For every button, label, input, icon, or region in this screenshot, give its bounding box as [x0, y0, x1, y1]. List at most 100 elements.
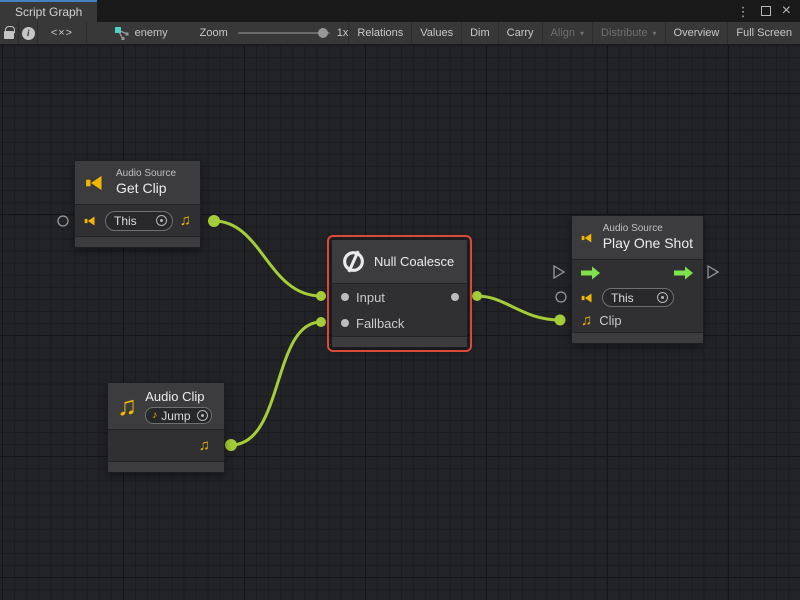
code-view-icon: <×>: [51, 27, 73, 39]
node-category: Audio Source: [116, 168, 176, 180]
graph-icon: [115, 27, 129, 40]
port-connected-null-input[interactable]: [316, 291, 326, 301]
zoom-slider[interactable]: [238, 32, 330, 34]
port-connected-audioclip-output[interactable]: [225, 439, 237, 451]
port-flow-out-play[interactable]: [708, 266, 718, 278]
node-footer: [75, 236, 200, 247]
zoom-value: 1x: [337, 27, 349, 39]
node-null-coalesce-header: Null Coalesce: [332, 240, 467, 284]
overview-button[interactable]: Overview: [665, 22, 728, 44]
fullscreen-button[interactable]: Full Screen: [727, 22, 800, 44]
audio-source-icon: [581, 227, 595, 249]
zoom-slider-handle[interactable]: [318, 28, 328, 38]
object-picker-icon[interactable]: [156, 215, 167, 226]
audio-clip-icon: ♫: [117, 393, 137, 420]
this-field-value: This: [611, 291, 634, 305]
info-button[interactable]: i: [19, 22, 38, 44]
fallback-port-dot[interactable]: [341, 319, 349, 327]
values-button[interactable]: Values: [411, 22, 461, 44]
audio-clip-object-field[interactable]: ♪ Jump: [145, 407, 211, 424]
more-menu-icon[interactable]: ⋮: [737, 5, 750, 18]
port-connected-null-fallback[interactable]: [316, 317, 326, 327]
node-footer: [108, 461, 224, 472]
maximize-icon[interactable]: [761, 6, 771, 16]
null-input-row: Input: [332, 284, 467, 310]
play-clip-row: ♫ Clip: [572, 309, 703, 332]
node-title: Audio Clip: [145, 388, 211, 405]
wire-getclip-to-input[interactable]: [214, 221, 321, 296]
zoom-control: Zoom 1x: [200, 22, 349, 44]
node-play-one-shot-header: Audio Source Play One Shot: [572, 216, 703, 260]
input-port-label: Input: [356, 290, 385, 305]
port-connected-play-clip[interactable]: [555, 315, 566, 326]
info-icon: i: [22, 27, 35, 40]
null-fallback-row: Fallback: [332, 310, 467, 336]
tab-title: Script Graph: [15, 5, 82, 19]
node-footer: [332, 336, 467, 347]
chevron-down-icon: ▾: [580, 29, 584, 38]
audio-clip-icon: ♫: [180, 213, 191, 228]
audio-clip-icon: ♫: [199, 438, 210, 453]
node-audio-clip-header: ♫ Audio Clip ♪ Jump: [108, 383, 224, 430]
audio-clip-output-row: ♫: [108, 430, 224, 461]
lock-icon: [4, 31, 14, 39]
port-empty-getclip-this[interactable]: [58, 216, 68, 226]
window-controls: ⋮ ×: [737, 0, 800, 22]
graph-canvas[interactable]: Audio Source Get Clip This ♫ Null Coales…: [0, 45, 800, 600]
node-get-clip[interactable]: Audio Source Get Clip This ♫: [74, 160, 201, 248]
chevron-down-icon: ▾: [653, 29, 657, 38]
play-this-row: This: [572, 286, 703, 309]
this-field[interactable]: This: [105, 211, 173, 231]
flow-out-arrow-icon[interactable]: [674, 266, 694, 280]
audio-clip-icon: ♫: [581, 313, 592, 328]
play-flow-row: [572, 260, 703, 286]
audio-clip-object-name: Jump: [161, 409, 190, 423]
node-category: Audio Source: [603, 223, 693, 235]
output-port-dot[interactable]: [451, 293, 459, 301]
node-get-clip-header: Audio Source Get Clip: [75, 161, 200, 205]
distribute-button[interactable]: Distribute ▾: [592, 22, 664, 44]
port-connected-getclip-output[interactable]: [208, 215, 220, 227]
audio-source-icon: [84, 172, 108, 194]
fallback-port-label: Fallback: [356, 316, 404, 331]
align-button[interactable]: Align ▾: [542, 22, 592, 44]
node-play-one-shot[interactable]: Audio Source Play One Shot This ♫: [571, 215, 704, 344]
wire-audioclip-to-fallback[interactable]: [231, 322, 321, 445]
carry-button[interactable]: Carry: [498, 22, 542, 44]
graph-name: enemy: [135, 27, 168, 39]
graph-toolbar: i <×> enemy Zoom 1x Relations Values Dim…: [0, 22, 800, 45]
dim-button[interactable]: Dim: [461, 22, 498, 44]
relations-button[interactable]: Relations: [348, 22, 411, 44]
node-get-clip-this-row: This ♫: [75, 205, 200, 236]
audio-source-icon: [581, 291, 595, 305]
input-port-dot[interactable]: [341, 293, 349, 301]
zoom-label: Zoom: [200, 27, 228, 39]
node-audio-clip[interactable]: ♫ Audio Clip ♪ Jump ♫: [107, 382, 225, 473]
code-view-button[interactable]: <×>: [38, 22, 86, 44]
this-field[interactable]: This: [602, 288, 674, 307]
close-icon[interactable]: ×: [782, 3, 791, 19]
port-empty-play-this[interactable]: [556, 292, 566, 302]
wire-output-to-clip[interactable]: [477, 296, 560, 320]
object-picker-icon[interactable]: [657, 292, 668, 303]
graph-breadcrumb[interactable]: enemy: [109, 22, 174, 44]
distribute-button-label: Distribute: [601, 27, 647, 39]
lock-button[interactable]: [0, 22, 19, 44]
toolbar-right-group: Relations Values Dim Carry Align ▾ Distr…: [348, 22, 800, 44]
node-title: Null Coalesce: [374, 253, 454, 270]
audio-source-icon: [84, 214, 98, 228]
node-footer: [572, 332, 703, 343]
node-null-coalesce[interactable]: Null Coalesce Input Fallback: [331, 239, 468, 348]
port-flow-in-play[interactable]: [554, 266, 564, 278]
node-title: Get Clip: [116, 180, 176, 197]
null-coalesce-icon: [341, 249, 366, 274]
flow-in-arrow-icon[interactable]: [581, 266, 601, 280]
music-note-icon: ♪: [152, 411, 157, 421]
clip-port-label: Clip: [599, 313, 621, 328]
align-button-label: Align: [551, 27, 575, 39]
node-title: Play One Shot: [603, 235, 693, 252]
port-connected-null-output[interactable]: [472, 291, 482, 301]
object-picker-icon[interactable]: [197, 410, 208, 421]
this-field-value: This: [114, 214, 137, 228]
tab-script-graph[interactable]: Script Graph: [0, 0, 97, 22]
